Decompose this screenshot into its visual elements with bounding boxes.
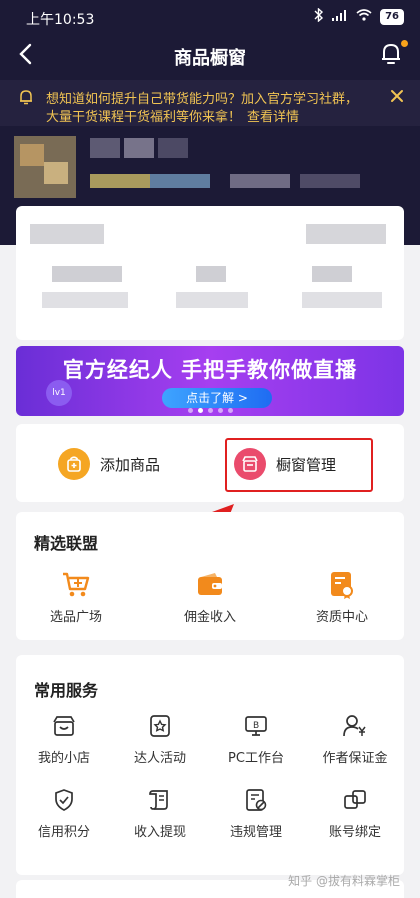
notice-text-line2: 大量干货课程干货福利等你来拿！ 查看详情 [46,106,299,125]
qualification-center-button[interactable]: 资质中心 [302,570,382,625]
alliance-title: 精选联盟 [34,534,99,553]
banner-headline: 官方经纪人 手把手教你做直播 [62,358,358,382]
certificate-icon [327,570,357,600]
report-icon [241,785,271,815]
page-title: 商品橱窗 [174,48,246,69]
services-card: 常用服务 我的小店 达人活动 B PC工作台 作者保证金 信用积分 收入提现 违… [16,655,404,875]
add-product-button[interactable]: 添加商品 [58,448,160,480]
stat-value-pixel [312,266,352,282]
status-icons: 76 [314,7,404,26]
add-product-label: 添加商品 [100,455,161,474]
carousel-dots [16,408,404,413]
watermark: 知乎 @拔有料霖掌柜 [288,874,400,888]
violation-manage-button[interactable]: 违规管理 [216,785,296,840]
bell-icon[interactable] [380,42,402,70]
nav-bar: 商品橱窗 [0,36,420,80]
notice-text: 大量干货课程干货福利等你来拿！ [46,110,242,125]
carousel-dot [217,408,223,413]
alliance-card: 精选联盟 选品广场 佣金收入 资质中心 [16,512,404,640]
notice-details-link[interactable]: 查看详情 [247,110,299,125]
highlight-box [225,438,373,492]
commission-income-button[interactable]: 佣金收入 [170,570,250,625]
link-squares-icon [340,785,370,815]
add-product-icon [58,448,90,480]
notice-text-line1: 想知道如何提升自己带货能力吗？加入官方学习社群， [46,92,359,107]
stat-label-pixel [30,224,104,244]
violation-manage-label: 违规管理 [229,825,282,840]
qualification-center-label: 资质中心 [315,610,368,625]
withdraw-label: 收入提现 [133,825,186,840]
stats-card [16,206,404,340]
status-time: 上午10:53 [26,12,95,28]
notification-dot [401,40,408,47]
credit-score-label: 信用积分 [37,825,90,840]
stat-value-pixel [196,266,226,282]
author-deposit-label: 作者保证金 [322,751,388,766]
tag-pixel [150,174,210,188]
banner-cta-button[interactable]: 点击了解 > [162,388,272,408]
carousel-dot [227,408,233,413]
account-binding-button[interactable]: 账号绑定 [312,785,398,840]
product-plaza-label: 选品广场 [49,610,102,625]
talent-activity-button[interactable]: 达人活动 [120,711,200,766]
name-pixel [90,138,120,158]
commission-income-label: 佣金收入 [183,610,236,625]
pc-workbench-label: PC工作台 [228,751,284,766]
my-shop-button[interactable]: 我的小店 [24,711,104,766]
signal-icon [332,9,348,25]
shield-check-icon [49,785,79,815]
star-card-icon [145,711,175,741]
talent-activity-label: 达人活动 [133,751,186,766]
bluetooth-icon [314,7,324,26]
wifi-icon [356,9,372,25]
avatar-pixel [44,162,68,184]
account-binding-label: 账号绑定 [328,825,381,840]
svg-text:B: B [253,721,259,731]
pc-workbench-button[interactable]: B PC工作台 [216,711,296,766]
author-deposit-button[interactable]: 作者保证金 [312,711,398,766]
shop-icon [49,711,79,741]
product-plaza-button[interactable]: 选品广场 [36,570,116,625]
name-pixel [124,138,154,158]
stat-label-pixel [306,224,386,244]
name-pixel [158,138,188,158]
my-shop-label: 我的小店 [37,751,90,766]
stat-value-pixel [52,266,122,282]
profile-area-pixelated [0,126,420,208]
tag-pixel [300,174,360,188]
tag-pixel [90,174,150,188]
close-icon[interactable] [390,89,404,107]
notice-banner[interactable]: 想知道如何提升自己带货能力吗？加入官方学习社群， 大量干货课程干货福利等你来拿！… [0,80,420,126]
stat-value-pixel [176,292,248,308]
scroll-icon [145,785,175,815]
status-bar: 上午10:53 76 [0,0,420,36]
avatar-pixel [20,144,44,166]
carousel-dot [187,408,193,413]
services-title: 常用服务 [34,681,99,700]
withdraw-button[interactable]: 收入提现 [120,785,200,840]
carousel-dot-active [197,408,203,413]
battery-indicator: 76 [380,9,404,25]
credit-score-button[interactable]: 信用积分 [24,785,104,840]
tag-pixel [230,174,290,188]
cart-plus-icon [61,570,91,600]
stat-value-pixel [302,292,382,308]
wallet-icon [195,570,225,600]
notice-bell-icon [18,89,34,109]
monitor-icon: B [241,711,271,741]
user-yen-icon [340,711,370,741]
carousel-dot [207,408,213,413]
level-badge: lv1 [46,380,72,406]
promo-banner[interactable]: 官方经纪人 手把手教你做直播 lv1 点击了解 > [16,346,404,416]
stat-value-pixel [42,292,128,308]
